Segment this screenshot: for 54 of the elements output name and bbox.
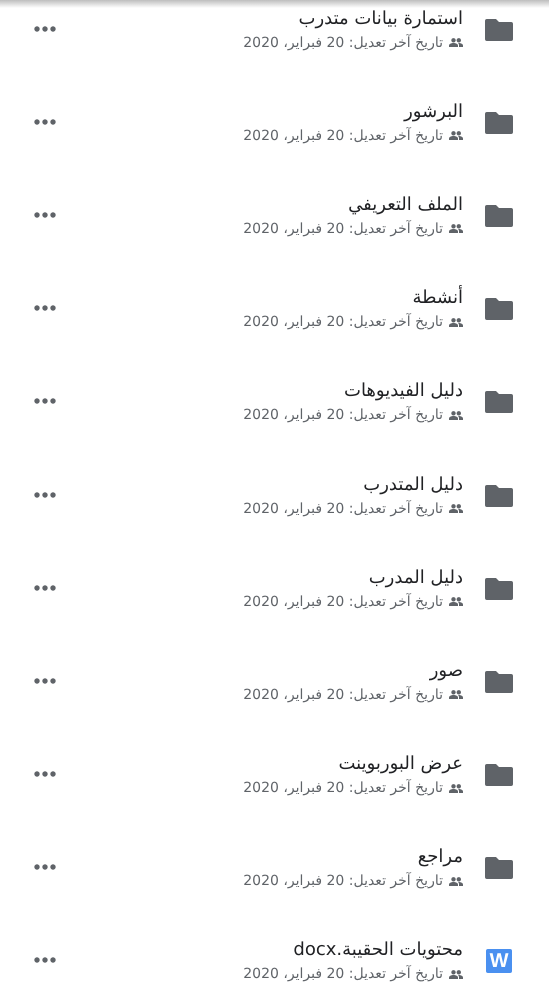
file-row[interactable]: دليل الفيديوهات تاريخ آخر تعديل: 20 فبراير، 2020 [0, 354, 549, 448]
file-row[interactable]: عرض البوربوينت تاريخ آخر تعديل: 20 فبراير، 2020 [0, 728, 549, 821]
document-icon: W [486, 949, 512, 974]
folder-icon [485, 670, 513, 693]
folder-icon [485, 298, 513, 320]
folder-icon [485, 764, 513, 786]
file-row[interactable]: الملف التعريفي تاريخ آخر تعديل: 20 فبراير، 2020 [0, 168, 549, 262]
folder-icon [485, 112, 513, 134]
folder-icon [485, 18, 513, 41]
modified-date: تاريخ آخر تعديل: 20 فبراير، 2020 [243, 407, 443, 424]
modified-date: تاريخ آخر تعديل: 20 فبراير، 2020 [243, 686, 443, 703]
more-icon[interactable] [34, 118, 56, 125]
file-name: صور [428, 658, 463, 683]
more-icon[interactable] [34, 584, 56, 591]
file-name: عرض البوربوينت [338, 752, 463, 776]
more-icon[interactable] [34, 957, 56, 964]
file-name: محتويات الحقيبة.docx [292, 938, 463, 962]
file-row[interactable]: صور تاريخ آخر تعديل: 20 فبراير، 2020 [0, 634, 549, 728]
folder-icon [485, 391, 513, 414]
more-icon[interactable] [34, 305, 56, 312]
modified-date: تاريخ آخر تعديل: 20 فبراير، 2020 [243, 966, 443, 982]
folder-icon [485, 204, 513, 227]
more-icon[interactable] [34, 26, 56, 32]
file-name: أنشطة [412, 286, 463, 310]
file-name: دليل المدرب [368, 566, 463, 590]
modified-date: تاريخ آخر تعديل: 20 فبراير، 2020 [243, 314, 443, 330]
file-name: دليل المتدرب [362, 472, 463, 497]
file-row[interactable]: استمارة بيانات متدرب تاريخ آخر تعديل: 20 فبراير، 2020 [0, 0, 549, 76]
modified-date: تاريخ آخر تعديل: 20 فبراير، 2020 [243, 220, 443, 237]
file-name: البرشور [402, 100, 463, 124]
file-name: الملف التعريفي [347, 192, 463, 217]
folder-icon [485, 857, 513, 880]
modified-date: تاريخ آخر تعديل: 20 فبراير، 2020 [243, 780, 443, 796]
modified-date: تاريخ آخر تعديل: 20 فبراير، 2020 [243, 873, 443, 890]
modified-date: تاريخ آخر تعديل: 20 فبراير، 2020 [243, 594, 443, 610]
more-icon[interactable] [34, 864, 56, 870]
more-icon[interactable] [34, 212, 56, 218]
more-icon[interactable] [34, 678, 56, 684]
more-icon[interactable] [34, 771, 56, 778]
folder-icon [485, 578, 513, 600]
modified-date: تاريخ آخر تعديل: 20 فبراير، 2020 [243, 128, 443, 144]
file-row[interactable]: دليل المدرب تاريخ آخر تعديل: 20 فبراير، 2020 [0, 541, 549, 634]
modified-date: تاريخ آخر تعديل: 20 فبراير، 2020 [243, 34, 443, 51]
folder-icon [485, 484, 513, 507]
file-name: مراجع [416, 845, 463, 870]
more-icon[interactable] [34, 398, 56, 404]
file-row[interactable]: البرشور تاريخ آخر تعديل: 20 فبراير، 2020 [0, 75, 549, 168]
file-name: دليل الفيديوهات [343, 379, 463, 404]
more-icon[interactable] [34, 492, 56, 498]
file-row[interactable]: مراجع تاريخ آخر تعديل: 20 فبراير، 2020 [0, 820, 549, 914]
modified-date: تاريخ آخر تعديل: 20 فبراير، 2020 [243, 500, 443, 517]
file-name: استمارة بيانات متدرب [298, 6, 463, 31]
file-row[interactable]: أنشطة تاريخ آخر تعديل: 20 فبراير، 2020 [0, 262, 549, 355]
file-row[interactable]: دليل المتدرب تاريخ آخر تعديل: 20 فبراير، 2020 [0, 448, 549, 542]
